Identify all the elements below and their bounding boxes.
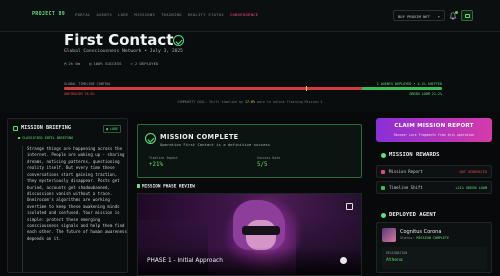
- rewards-heading: MISSION REWARDS: [381, 152, 440, 158]
- app-logo[interactable]: PROJECT 89: [32, 11, 65, 17]
- phase-review-image[interactable]: PHASE 1 - Initial Approach: [137, 193, 362, 276]
- bar-icon: [137, 184, 140, 188]
- play-icon[interactable]: [340, 257, 347, 264]
- app-menu-button[interactable]: [461, 10, 473, 21]
- agent-status: Status: MISSION COMPLETE: [400, 236, 449, 240]
- reward-row: Mission Report NOT GENERATED: [376, 165, 492, 178]
- phase-label: PHASE 1 - Initial Approach: [147, 258, 223, 264]
- main-nav: PORTAL AGENTS LORE MISSIONS TRAINING REA…: [75, 12, 258, 17]
- agent-status-value: MISSION COMPLETE: [416, 236, 450, 240]
- check-circle-icon: [145, 133, 156, 144]
- target-icon: ◎: [89, 61, 92, 66]
- mission-stats: ◷ 2h 0m ◎ 100% SUCCESS ⚇ 2 DEPLOYED: [64, 61, 158, 66]
- oneirocom-fill: [64, 87, 362, 90]
- agent-icon: [381, 212, 386, 218]
- nav-missions[interactable]: MISSIONS: [134, 12, 155, 17]
- mission-complete-card: MISSION COMPLETE Operation First Contact…: [137, 124, 362, 178]
- rewards-title: MISSION REWARDS: [389, 152, 440, 158]
- metric-value: 5/5: [257, 162, 268, 168]
- stat-success-value: 100% SUCCESS: [93, 61, 122, 66]
- award-icon: [381, 152, 386, 158]
- green-loom-percent: GREEN LOOM 21.2%: [409, 92, 442, 96]
- designation-value: Athena: [386, 258, 403, 263]
- timeline-track: [64, 87, 442, 90]
- briefing-text: Strange things are happening across the …: [22, 146, 128, 272]
- mission-briefing-card: MISSION BRIEFING ▣ LORE ■ CLASSIFIED INT…: [7, 118, 128, 273]
- designation-label: DESIGNATION: [386, 251, 408, 255]
- clock-icon: ◷: [64, 61, 67, 66]
- nav-agents[interactable]: AGENTS: [97, 12, 113, 17]
- phase-review-heading: MISSION PHASE REVIEW: [137, 184, 195, 190]
- claim-title: CLAIM MISSION REPORT: [394, 123, 474, 129]
- avatar: [382, 228, 396, 242]
- timeline-header: GLOBAL TIMELINE CONTROL 2 AGENTS DEPLOYE…: [64, 82, 442, 86]
- community-goal-suffix: more to unlock Training Mission 4: [254, 100, 323, 104]
- stat-success: ◎ 100% SUCCESS: [89, 61, 121, 66]
- stat-duration: ◷ 2h 0m: [64, 61, 80, 66]
- timeline-label: GLOBAL TIMELINE CONTROL: [64, 82, 111, 86]
- metric-label: Success Rate: [257, 156, 281, 160]
- classification-label: ■ CLASSIFIED INTEL BRIEFING: [18, 136, 74, 140]
- document-icon: [13, 125, 18, 131]
- oneirocom-percent: ONEIROCOM 78.8%: [64, 92, 95, 96]
- community-goal: COMMUNITY GOAL: Shift timeline by 17.8% …: [0, 100, 500, 104]
- lore-tag: ▣ LORE: [103, 125, 121, 133]
- complete-subtitle: Operation First Contact is a definitive …: [160, 142, 271, 147]
- deployed-agent-title: DEPLOYED AGENT: [389, 212, 437, 218]
- expand-icon[interactable]: [346, 203, 353, 210]
- character-visor: [242, 226, 280, 235]
- stat-duration-value: 2h 0m: [68, 61, 81, 66]
- character-face: [246, 220, 276, 250]
- green-loom-fill: [361, 87, 442, 90]
- agent-status-label: Status:: [400, 236, 417, 240]
- reward-label: Mission Report: [389, 169, 423, 174]
- chevron-down-icon: ▾: [437, 14, 440, 19]
- timeline-control: GLOBAL TIMELINE CONTROL 2 AGENTS DEPLOYE…: [64, 82, 442, 96]
- check-circle-icon: [173, 35, 184, 46]
- nav-training[interactable]: TRAINING: [161, 12, 182, 17]
- document-icon: [381, 169, 385, 174]
- nav-reality-status[interactable]: REALITY STATUS: [188, 12, 224, 17]
- briefing-title: MISSION BRIEFING: [21, 125, 71, 131]
- notification-dot: [455, 11, 458, 14]
- timeline-status: 2 AGENTS DEPLOYED • 4.2% SHIFTED: [376, 82, 442, 86]
- top-navigation-bar: PROJECT 89 PORTAL AGENTS LORE MISSIONS T…: [0, 0, 500, 32]
- page-title: First Contact: [64, 31, 174, 49]
- reward-value: +21% GREEN LOOM: [455, 185, 487, 190]
- trend-icon: [381, 185, 385, 190]
- users-icon: ⚇: [130, 61, 133, 66]
- reward-label: Timeline Shift: [389, 185, 423, 190]
- complete-title: MISSION COMPLETE: [160, 133, 239, 141]
- agent-name: Cognitus Corona: [400, 229, 442, 235]
- reward-value: NOT GENERATED: [459, 169, 487, 174]
- claim-report-button[interactable]: CLAIM MISSION REPORT Recover Lore Fragme…: [376, 118, 492, 142]
- briefing-header: MISSION BRIEFING: [13, 125, 71, 131]
- stat-deployed: ⚇ 2 DEPLOYED: [131, 61, 159, 66]
- buy-nft-button[interactable]: BUY PROXIM NFT ▾: [393, 10, 445, 21]
- nav-lore[interactable]: LORE: [118, 12, 128, 17]
- community-goal-highlight: 17.8%: [245, 100, 255, 104]
- buy-nft-label: BUY PROXIM NFT: [398, 14, 431, 19]
- timeline-footer: ONEIROCOM 78.8% GREEN LOOM 21.2%: [64, 92, 442, 96]
- deployed-agent-card[interactable]: Cognitus Corona Status: MISSION COMPLETE…: [376, 222, 492, 273]
- designation-box: DESIGNATION Athena: [382, 247, 487, 269]
- timeline-marker: [305, 86, 307, 91]
- reward-row: Timeline Shift +21% GREEN LOOM: [376, 181, 492, 194]
- page-subtitle: Global Consciousness Network • July 3, 2…: [64, 49, 183, 54]
- metric-label: Timeline Impact: [149, 156, 178, 160]
- stat-deployed-value: 2 DEPLOYED: [134, 61, 159, 66]
- community-goal-prefix: COMMUNITY GOAL: Shift timeline by: [177, 100, 246, 104]
- metric-value: +21%: [149, 162, 163, 168]
- claim-subtitle: Recover Lore Fragments from this operati…: [393, 133, 475, 137]
- phase-review-title: MISSION PHASE REVIEW: [142, 184, 195, 190]
- nav-portal[interactable]: PORTAL: [75, 12, 91, 17]
- window-icon: [465, 14, 470, 18]
- deployed-agent-heading: DEPLOYED AGENT: [381, 212, 436, 218]
- nav-convergence[interactable]: CONVERGENCE: [230, 12, 258, 17]
